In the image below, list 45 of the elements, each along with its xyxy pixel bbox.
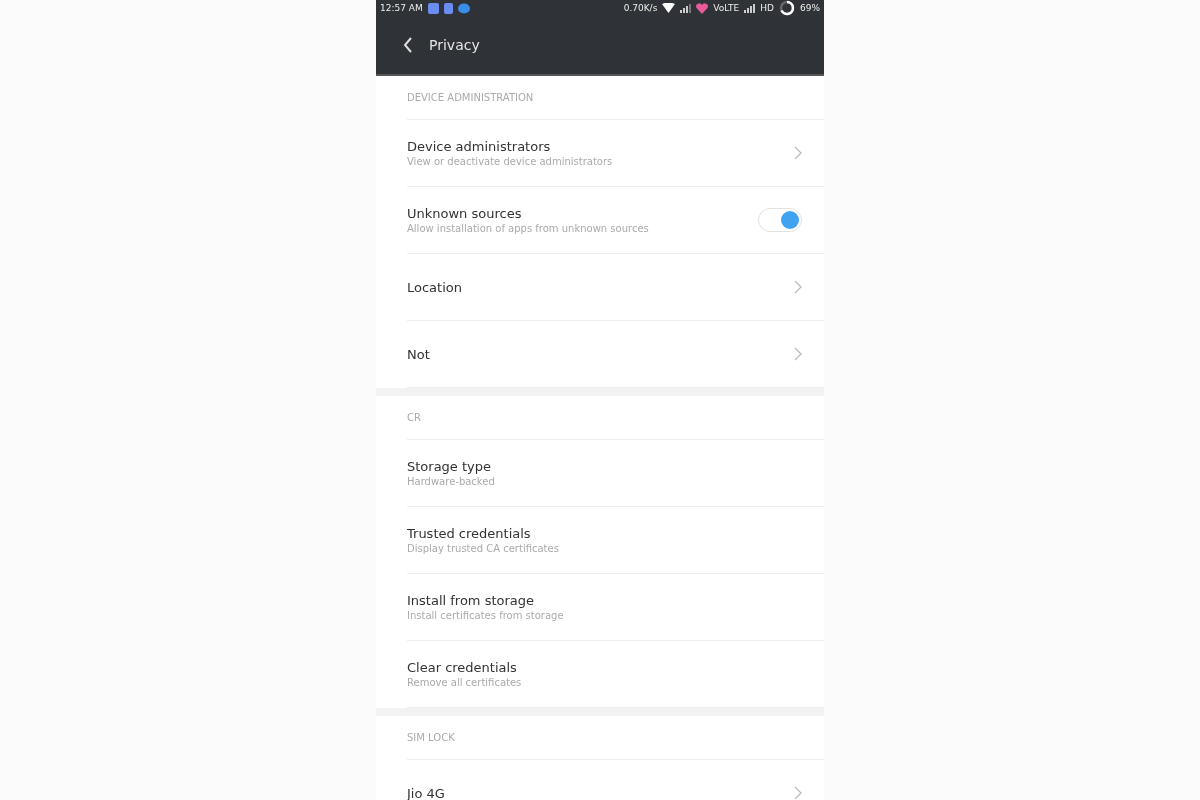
- battery-level: 69%: [800, 3, 820, 13]
- settings-row[interactable]: Jio 4G: [407, 760, 824, 800]
- signal-icon: [744, 3, 756, 13]
- chevron-icon: [794, 786, 802, 800]
- app-notification-icon: [443, 2, 453, 14]
- wifi-icon: [662, 3, 676, 13]
- row-subtitle: View or deactivate device administrators: [407, 156, 613, 167]
- app-notification-icon: [427, 2, 439, 14]
- chevron-icon: [794, 280, 802, 294]
- row-title: Location: [407, 279, 462, 295]
- chevron-icon: [794, 347, 802, 361]
- row-title: Storage type: [407, 459, 492, 474]
- back-icon[interactable]: [403, 37, 413, 53]
- section-header: SIM LOCK: [407, 716, 824, 760]
- row-subtitle: Install certificates from storage: [407, 610, 564, 621]
- toggle-switch[interactable]: [758, 208, 802, 232]
- settings-row[interactable]: Unknown sources Allow installation of apps from unknown sources: [407, 187, 824, 254]
- row-title: Trusted credentials: [407, 526, 531, 541]
- row-title: Not: [407, 346, 430, 362]
- hd-label: HD: [760, 3, 774, 13]
- heart-icon: [696, 2, 709, 14]
- signal-icon: [680, 3, 692, 13]
- settings-row[interactable]: Device administrators View or deactivate device administrators: [407, 120, 824, 187]
- settings-row[interactable]: Install from storage Install certificates from storage: [407, 574, 824, 641]
- row-title: Jio 4G: [407, 785, 445, 800]
- network-speed: 0.70K/s: [623, 3, 658, 13]
- battery-ring-icon: [779, 0, 795, 16]
- section-header: DEVICE ADMINISTRATION: [407, 76, 824, 120]
- settings-row[interactable]: Trusted credentials Display trusted CA certificates: [407, 507, 824, 574]
- row-subtitle: Allow installation of apps from unknown sources: [407, 223, 649, 234]
- screen-title: Privacy: [429, 37, 480, 53]
- volte-label: VoLTE: [713, 3, 740, 13]
- message-icon: [457, 2, 470, 14]
- settings-row[interactable]: Location: [407, 254, 824, 321]
- status-time: 12:57 AM: [380, 3, 423, 13]
- row-title: Install from storage: [407, 593, 535, 608]
- row-subtitle: Hardware-backed: [407, 476, 495, 487]
- chevron-icon: [794, 146, 802, 160]
- settings-row[interactable]: Storage type Hardware-backed: [407, 440, 824, 507]
- row-subtitle: Remove all certificates: [407, 677, 522, 688]
- section-header: CR: [407, 396, 824, 440]
- row-title: Unknown sources: [407, 206, 522, 221]
- row-subtitle: Display trusted CA certificates: [407, 543, 559, 554]
- row-title: Device administrators: [407, 139, 551, 154]
- row-title: Clear credentials: [407, 660, 517, 675]
